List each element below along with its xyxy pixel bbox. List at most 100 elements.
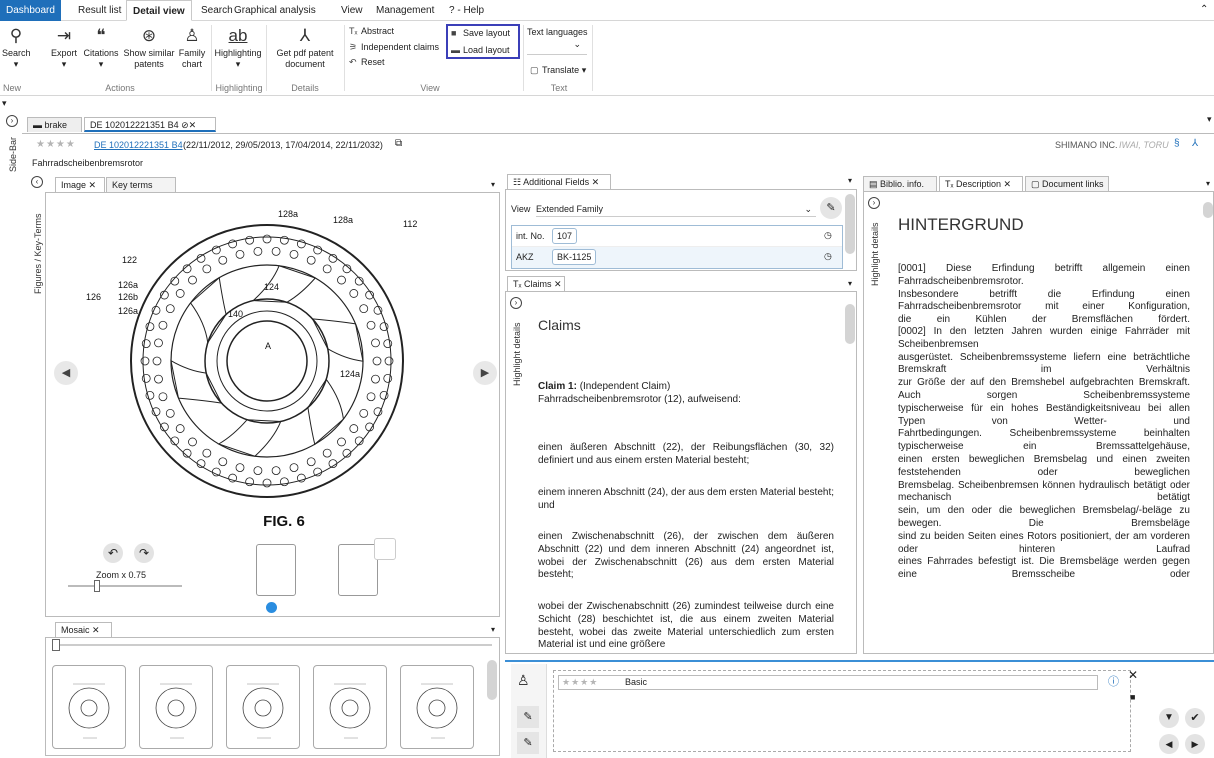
rotor-hole: [349, 289, 359, 298]
close-note-icon[interactable]: ✕: [1128, 668, 1138, 682]
mosaic-thumbnail[interactable]: [226, 665, 300, 749]
patent-number-link[interactable]: DE 102012221351 B4: [94, 140, 183, 150]
family-chart-button[interactable]: ♙ Family chart: [175, 23, 209, 70]
tab-biblio-info[interactable]: ▤ Biblio. info.: [863, 176, 937, 191]
close-icon[interactable]: ✕: [89, 180, 97, 190]
legal-status-icon[interactable]: §: [1174, 138, 1180, 149]
tab-dashboard[interactable]: Dashboard: [0, 0, 61, 21]
tab-description[interactable]: Tₓ Description ✕: [939, 176, 1023, 191]
rating-field[interactable]: ★★★★ Basic: [558, 675, 1098, 690]
panel-menu-icon[interactable]: ▾: [491, 625, 495, 634]
tab-view[interactable]: View: [335, 0, 369, 21]
translate-button[interactable]: ▢ Translate ▾: [530, 65, 586, 76]
panel-menu-icon[interactable]: ▾: [491, 180, 495, 189]
edit-pencil-icon[interactable]: ✎: [820, 197, 842, 219]
close-icon[interactable]: ✕: [592, 177, 600, 187]
tab-management[interactable]: Management: [370, 0, 440, 21]
doc-tab-patent[interactable]: DE 102012221351 B4 ⊘✕: [84, 117, 216, 132]
description-side-label[interactable]: Highlight details: [870, 216, 880, 286]
collapse-ribbon-icon[interactable]: ⌃: [1200, 4, 1208, 15]
mosaic-thumbnail[interactable]: [400, 665, 474, 749]
close-icon[interactable]: ✕: [554, 279, 562, 289]
tab-image[interactable]: Image ✕: [55, 177, 105, 192]
tab-claims[interactable]: Tₓ Claims ✕: [507, 276, 565, 291]
comment-icon[interactable]: ✎: [517, 706, 539, 728]
mosaic-thumbnail[interactable]: [52, 665, 126, 749]
field-value[interactable]: 107: [552, 228, 578, 244]
side-bar-label[interactable]: Side-Bar: [8, 132, 18, 172]
text-languages-dropdown[interactable]: ⌄: [527, 39, 587, 55]
fields-scrollbar[interactable]: [845, 194, 855, 254]
copy-icon[interactable]: ⧉: [395, 138, 402, 149]
mosaic-thumbnail[interactable]: [139, 665, 213, 749]
show-similar-patents-button[interactable]: ⊛ Show similar patents: [122, 23, 176, 70]
close-icon[interactable]: ✕: [1004, 179, 1012, 189]
figure-thumbnail[interactable]: [338, 544, 378, 596]
panel-menu-icon[interactable]: ▾: [1207, 114, 1212, 125]
tab-document-links[interactable]: ▢ Document links: [1025, 176, 1109, 191]
pdf-link-icon[interactable]: ⅄: [1192, 138, 1198, 149]
claims-side-label[interactable]: Highlight details: [512, 316, 522, 386]
thumbs-down-icon[interactable]: ▼: [1159, 708, 1179, 728]
note-rating-stars[interactable]: ★★★★: [562, 677, 598, 688]
tab-detail-view[interactable]: Detail view: [126, 0, 192, 21]
citations-button[interactable]: ❝ Citations ▾: [81, 23, 121, 70]
side-bar-toggle-icon[interactable]: ›: [6, 115, 18, 127]
figure-thumbnail[interactable]: [256, 544, 296, 596]
tab-help[interactable]: ? - Help: [443, 0, 490, 21]
view-select[interactable]: Extended Family ⌄: [536, 201, 816, 217]
tab-result-list[interactable]: Result list: [72, 0, 127, 21]
search-button[interactable]: ⚲ Search ▾: [2, 23, 31, 70]
tab-graphical-analysis[interactable]: Graphical analysis: [228, 0, 322, 21]
next-figure-icon[interactable]: ▶: [473, 361, 497, 385]
rotate-left-icon[interactable]: ↶: [103, 543, 123, 563]
mosaic-thumbnail[interactable]: [313, 665, 387, 749]
tab-additional-fields[interactable]: ☷ Additional Fields ✕: [507, 174, 611, 189]
comment-add-icon[interactable]: ✎: [517, 732, 539, 754]
figure-thumbnail[interactable]: [374, 538, 396, 560]
doc-tab-brake[interactable]: ▬ brake: [27, 117, 82, 132]
export-button[interactable]: ⇥ Export ▾: [50, 23, 78, 70]
rotor-hole: [158, 392, 168, 402]
citations-icon: ❝: [96, 26, 106, 45]
mosaic-scrollbar[interactable]: [487, 660, 497, 700]
independent-claims-button[interactable]: ⚞ Independent claims: [349, 42, 439, 53]
zoom-slider[interactable]: [68, 580, 182, 592]
panel-menu-icon[interactable]: ▾: [1206, 179, 1210, 188]
info-icon[interactable]: ⓘ: [1108, 673, 1119, 689]
patent-header: ★★★★ DE 102012221351 B4 (22/11/2012, 29/…: [22, 133, 1214, 173]
reset-button[interactable]: ↶ Reset: [349, 57, 385, 68]
close-icon[interactable]: ✕: [92, 625, 100, 635]
save-note-icon[interactable]: ■: [1130, 692, 1135, 702]
figures-side-label[interactable]: Figures / Key-Terms: [33, 210, 43, 294]
highlight-details-toggle-icon[interactable]: ›: [510, 297, 522, 309]
close-icon[interactable]: ✕: [189, 120, 197, 130]
panel-menu-icon[interactable]: ▾: [848, 279, 852, 288]
panel-menu-icon[interactable]: ▾: [848, 176, 852, 185]
claims-scrollbar[interactable]: [845, 304, 855, 344]
mosaic-slider[interactable]: [52, 639, 492, 651]
tab-mosaic[interactable]: Mosaic ✕: [55, 622, 112, 637]
rating-stars[interactable]: ★★★★: [36, 139, 76, 150]
clock-icon[interactable]: ◷: [824, 251, 832, 262]
field-value[interactable]: BK-1125: [552, 249, 597, 265]
page-indicator-dot[interactable]: [266, 602, 277, 613]
figures-toggle-icon[interactable]: ‹: [31, 176, 43, 188]
prev-figure-icon[interactable]: ◀: [54, 361, 78, 385]
tab-key-terms[interactable]: Key terms: [106, 177, 176, 192]
highlighting-button[interactable]: ab Highlighting ▾: [213, 23, 263, 70]
abstract-button[interactable]: Tₓ Abstract: [349, 26, 394, 36]
quick-access-icon[interactable]: ▾: [2, 98, 7, 109]
checkmark-icon[interactable]: ✔: [1185, 708, 1205, 728]
zoom-slider-thumb[interactable]: [93, 580, 100, 592]
next-document-icon[interactable]: ▶: [1185, 734, 1205, 754]
mosaic-slider-thumb[interactable]: [52, 639, 60, 651]
description-scrollbar[interactable]: [1203, 202, 1213, 218]
get-pdf-button[interactable]: ⅄ Get pdf patent document: [268, 23, 342, 70]
prev-document-icon[interactable]: ◀: [1159, 734, 1179, 754]
highlight-details-toggle-icon[interactable]: ›: [868, 197, 880, 209]
note-editor[interactable]: ★★★★ Basic ⓘ: [553, 670, 1131, 752]
rotate-right-icon[interactable]: ↷: [134, 543, 154, 563]
clock-icon[interactable]: ◷: [824, 230, 832, 241]
user-icon[interactable]: ♙: [517, 672, 530, 689]
